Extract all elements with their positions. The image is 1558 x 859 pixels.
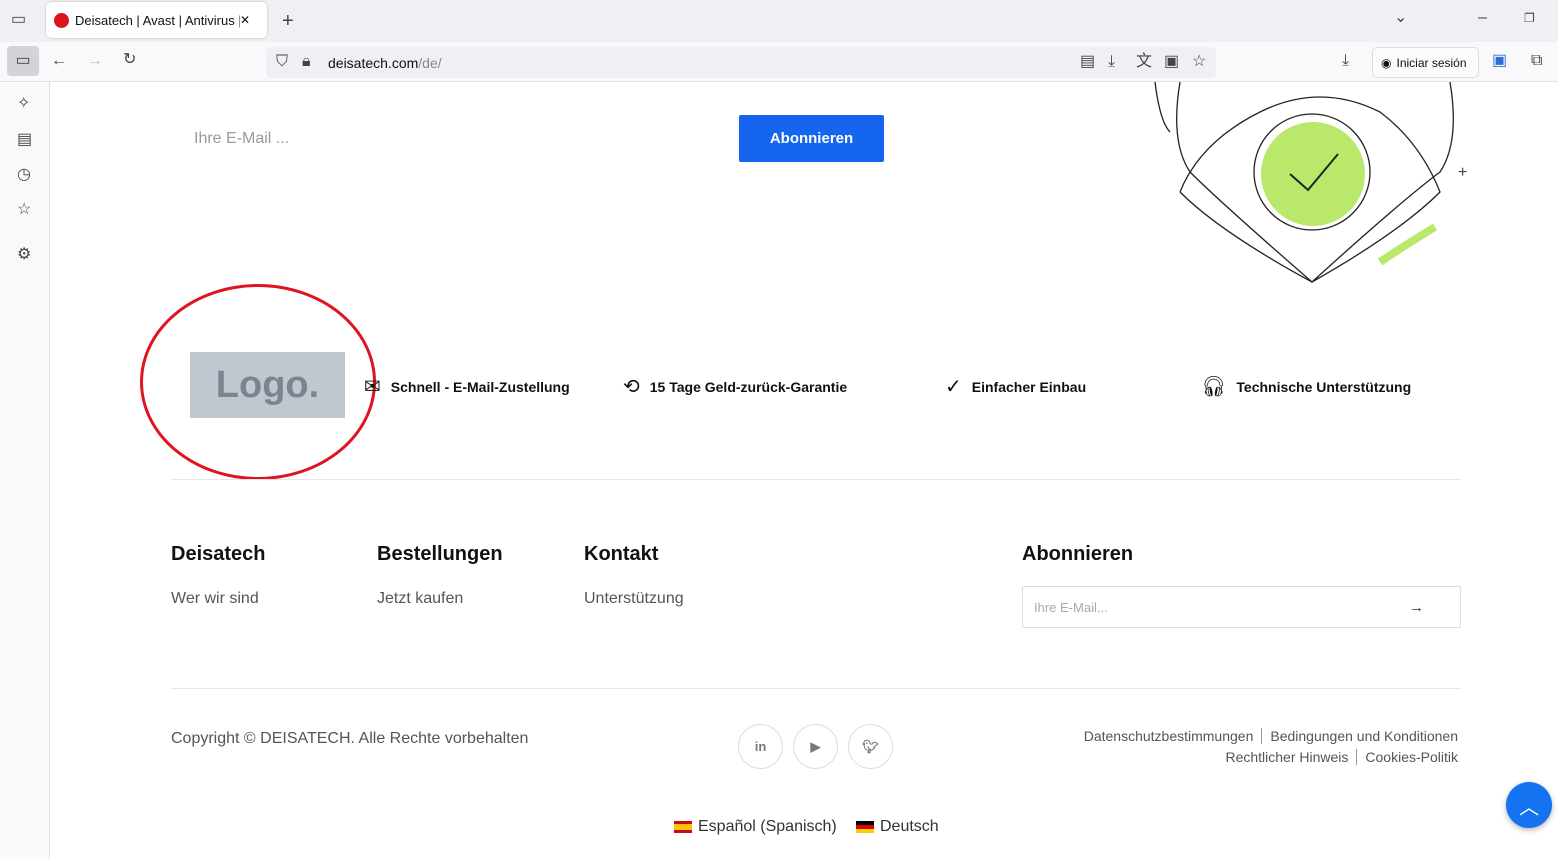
language-label: Español (Spanisch) (698, 818, 837, 835)
privacy-link[interactable]: Datenschutzbestimmungen (1084, 728, 1254, 744)
page-content: Ihre E-Mail ... Abonnieren + Logo. ✉ Schn… (50, 82, 1558, 859)
signin-label: Iniciar sesión (1396, 55, 1467, 70)
url-host: deisatech.com (328, 54, 419, 71)
translator-extension-icon[interactable]: ▣ (1492, 53, 1507, 69)
logo[interactable]: Logo. (190, 352, 345, 418)
divider (171, 479, 1461, 480)
ai-sparkle-icon[interactable]: ✧ (17, 96, 30, 112)
feature-label: Technische Unterstützung (1236, 378, 1412, 395)
footer-col-title: Kontakt (584, 543, 659, 565)
language-german[interactable]: Deutsch (856, 818, 939, 836)
footer-link-support[interactable]: Unterstützung (584, 590, 684, 608)
feature-label: 15 Tage Geld-zurück-Garantie (649, 378, 848, 395)
spain-flag-icon (674, 821, 692, 833)
feature-tech-support: 🎧︎ Technische Unterstützung (1201, 374, 1411, 399)
footer-email-input[interactable]: Ihre E-Mail... → (1022, 586, 1461, 628)
bookmarks-icon[interactable]: ☆ (17, 202, 31, 218)
cookies-link[interactable]: Cookies-Politik (1356, 749, 1458, 765)
badge-check-icon: ✓ (945, 376, 962, 398)
germany-flag-icon (856, 821, 874, 833)
translate-page-icon[interactable]: ▣ (1164, 54, 1179, 70)
url-path: /de/ (418, 54, 442, 71)
money-back-icon: ⟲ (623, 376, 640, 398)
feature-easy-install: ✓ Einfacher Einbau (945, 374, 1086, 399)
feature-email-delivery: ✉ Schnell - E-Mail-Zustellung (364, 374, 570, 399)
linkedin-icon[interactable]: in (738, 724, 783, 769)
account-icon: ◉ (1381, 55, 1392, 70)
bookmark-star-icon[interactable]: ☆ (1192, 54, 1206, 70)
illustration-hands-checkmark: + (1154, 82, 1467, 283)
tab-list-chevron-icon[interactable]: ⌄ (1394, 10, 1407, 26)
email-placeholder: Ihre E-Mail... (1034, 599, 1108, 615)
shield-icon[interactable]: ⛉ (276, 54, 288, 70)
reload-icon[interactable]: ↻ (123, 52, 136, 68)
signin-button[interactable]: ◉ Iniciar sesión (1372, 47, 1479, 78)
save-page-icon[interactable]: ⤓ (1108, 54, 1115, 70)
tab-overview-icon[interactable]: ▭ (11, 12, 26, 28)
extensions-icon[interactable]: ⧉ (1531, 53, 1542, 69)
back-icon[interactable]: ← (51, 53, 67, 69)
feature-label: Einfacher Einbau (971, 378, 1087, 395)
envelope-icon: ✉ (364, 376, 381, 398)
browser-tab[interactable]: Deisatech | Avast | Antivirus | Pr ✕ (46, 2, 267, 38)
new-tab-button[interactable]: + (282, 11, 294, 31)
sync-tabs-icon[interactable]: ▤ (17, 132, 32, 148)
footer-link-buy[interactable]: Jetzt kaufen (377, 590, 463, 608)
close-tab-icon[interactable]: ✕ (240, 13, 250, 27)
footer-subscribe-title: Abonnieren (1022, 543, 1134, 565)
reader-view-icon[interactable]: ▤ (1080, 54, 1095, 70)
copyright: Copyright © DEISATECH. Alle Rechte vorbe… (171, 730, 529, 747)
history-icon[interactable]: ◷ (17, 167, 31, 183)
youtube-icon[interactable]: ▶ (793, 724, 838, 769)
tab-title: Deisatech | Avast | Antivirus | Pr (75, 12, 240, 28)
nav-bar: ▭ ← → ↻ ⛉ 🔒︎ deisatech.com/de/ ▤ ⤓ 文 ▣ ☆… (0, 42, 1558, 82)
twitter-icon[interactable]: 🐦︎ (848, 724, 893, 769)
feature-label: Schnell - E-Mail-Zustellung (390, 378, 570, 395)
hero-email-input[interactable]: Ihre E-Mail ... (194, 130, 289, 148)
legal-links-row2: Rechtlicher Hinweis Cookies-Politik (1225, 749, 1458, 765)
settings-gear-icon[interactable]: ⚙ (17, 247, 31, 263)
favicon-icon (54, 12, 69, 28)
divider (171, 688, 1461, 689)
minimize-button[interactable]: – (1478, 10, 1487, 26)
address-bar[interactable]: ⛉ 🔒︎ deisatech.com/de/ ▤ ⤓ 文 ▣ ☆ (266, 47, 1216, 78)
terms-link[interactable]: Bedingungen und Konditionen (1261, 728, 1458, 744)
arrow-right-icon[interactable]: → (1409, 599, 1424, 616)
hero-subscribe-button[interactable]: Abonnieren (739, 115, 884, 162)
language-label: Deutsch (880, 818, 939, 835)
restore-button[interactable]: ❐ (1524, 12, 1535, 24)
forward-icon[interactable]: → (87, 53, 103, 69)
headphones-icon: 🎧︎ (1201, 376, 1227, 398)
footer-link-about[interactable]: Wer wir sind (171, 590, 259, 608)
downloads-icon[interactable]: ⤓ (1342, 53, 1349, 69)
footer-col-title: Deisatech (171, 543, 266, 565)
footer-col-title: Bestellungen (377, 543, 503, 565)
language-spanish[interactable]: Español (Spanisch) (674, 818, 837, 836)
legal-links-row1: Datenschutzbestimmungen Bedingungen und K… (1084, 728, 1458, 744)
legal-notice-link[interactable]: Rechtlicher Hinweis (1225, 749, 1348, 765)
scroll-to-top-button[interactable]: ︿ (1506, 782, 1552, 828)
translate-icon[interactable]: 文 (1136, 54, 1152, 70)
tab-bar: ▭ Deisatech | Avast | Antivirus | Pr ✕ +… (0, 0, 1558, 42)
sidebar-toggle-icon[interactable]: ▭ (7, 46, 39, 76)
svg-text:+: + (1458, 164, 1467, 181)
feature-money-back: ⟲ 15 Tage Geld-zurück-Garantie (623, 374, 847, 399)
browser-sidebar: ✧ ▤ ◷ ☆ ⚙ (0, 82, 50, 859)
lock-icon[interactable]: 🔒︎ (302, 54, 311, 70)
